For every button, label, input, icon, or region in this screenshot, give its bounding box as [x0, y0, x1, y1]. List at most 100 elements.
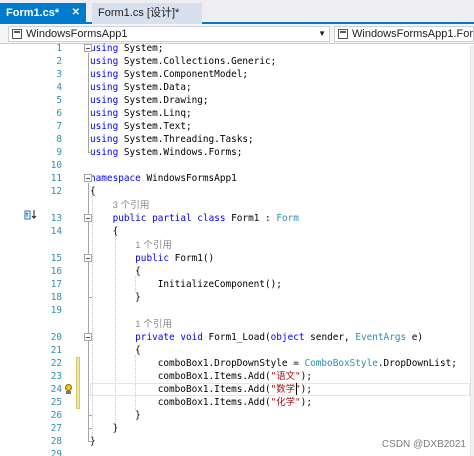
code-text[interactable]: public partial class Form1 : Form	[90, 212, 299, 225]
class-icon	[338, 29, 348, 39]
code-text[interactable]: using System.Collections.Generic;	[90, 55, 276, 68]
code-text[interactable]: using System.Data;	[90, 81, 192, 94]
line-number: 23	[50, 371, 62, 382]
code-line[interactable]: 10	[0, 159, 470, 172]
code-line[interactable]: 21 {	[0, 344, 470, 357]
code-text[interactable]: using System.Text;	[90, 120, 192, 133]
code-line[interactable]: 5 using System.Drawing;	[0, 94, 470, 107]
line-number: 3	[56, 69, 62, 80]
change-indicator	[76, 357, 80, 409]
code-text[interactable]: }	[90, 422, 119, 435]
line-number: 27	[50, 423, 62, 434]
code-text[interactable]: using System.ComponentModel;	[90, 68, 248, 81]
code-line[interactable]: 13 public partial class Form1 : Form	[0, 212, 470, 225]
line-number: 14	[50, 226, 62, 237]
chevron-down-icon[interactable]: ▼	[318, 27, 326, 41]
code-text[interactable]: comboBox1.DropDownStyle = ComboBoxStyle.…	[90, 357, 457, 370]
outline-line	[88, 53, 89, 152]
outline-line	[88, 263, 89, 297]
line-number: 29	[50, 449, 62, 456]
collapse-region-icon[interactable]	[84, 333, 92, 341]
pin-icon[interactable]: ✕	[72, 3, 80, 23]
line-number: 24	[50, 384, 62, 395]
code-line[interactable]: 22 comboBox1.DropDownStyle = ComboBoxSty…	[0, 357, 470, 370]
code-line[interactable]: 9 using System.Windows.Forms;	[0, 146, 470, 159]
code-text[interactable]: comboBox1.Items.Add("化学");	[90, 396, 312, 409]
code-text[interactable]: {	[90, 225, 119, 238]
line-number: 13	[50, 213, 62, 224]
code-text[interactable]: namespace WindowsFormsApp1	[90, 172, 237, 185]
code-line[interactable]: 7 using System.Text;	[0, 120, 470, 133]
type-dropdown[interactable]: WindowsFormsApp1.Form1	[334, 26, 474, 42]
project-dropdown-value: WindowsFormsApp1	[26, 28, 128, 40]
line-number: 8	[56, 134, 62, 145]
indent-guide	[92, 196, 93, 437]
code-text[interactable]: private void Form1_Load(object sender, E…	[90, 331, 423, 344]
code-line[interactable]: 15 public Form1()	[0, 252, 470, 265]
code-line[interactable]: 12{	[0, 185, 470, 198]
line-number: 12	[50, 186, 62, 197]
line-number: 25	[50, 397, 62, 408]
code-text[interactable]: using System.Linq;	[90, 107, 192, 120]
override-icon[interactable]	[24, 209, 38, 221]
current-line-highlight	[90, 383, 470, 396]
code-line[interactable]: 25 comboBox1.Items.Add("化学");	[0, 396, 470, 409]
code-line[interactable]: 20 private void Form1_Load(object sender…	[0, 331, 470, 344]
line-number: 22	[50, 358, 62, 369]
collapse-region-icon[interactable]	[84, 174, 92, 182]
code-line[interactable]: 27 }	[0, 422, 470, 435]
vertical-scrollbar[interactable]	[470, 45, 474, 456]
lightbulb-icon[interactable]	[64, 384, 73, 395]
code-text[interactable]: using System.Threading.Tasks;	[90, 133, 254, 146]
code-line[interactable]: 3 using System.ComponentModel;	[0, 68, 470, 81]
code-line[interactable]: 18 }	[0, 291, 470, 304]
tab-form1-designer[interactable]: Form1.cs [设计]*	[92, 3, 202, 24]
collapse-region-icon[interactable]	[84, 44, 92, 52]
line-number: 19	[50, 305, 62, 316]
line-number: 9	[56, 147, 62, 158]
project-icon	[12, 29, 22, 39]
code-line[interactable]: 16 {	[0, 265, 470, 278]
line-number: 16	[50, 266, 62, 277]
outline-line	[88, 342, 89, 415]
collapse-region-icon[interactable]	[84, 214, 92, 222]
line-number: 11	[50, 173, 62, 184]
collapse-region-icon[interactable]	[84, 254, 92, 262]
code-text[interactable]: using System;	[90, 42, 163, 55]
code-line[interactable]: 14 {	[0, 225, 470, 238]
code-text[interactable]: using System.Drawing;	[90, 94, 209, 107]
line-number: 28	[50, 436, 62, 447]
code-line[interactable]: 17 InitializeComponent();	[0, 278, 470, 291]
line-number: 10	[50, 160, 62, 171]
outline-end	[88, 152, 92, 153]
code-text[interactable]: InitializeComponent();	[90, 278, 282, 291]
code-text[interactable]: using System.Windows.Forms;	[90, 146, 242, 159]
line-number: 15	[50, 253, 62, 264]
code-line[interactable]: 1 using System;	[0, 42, 470, 55]
tab-label: Form1.cs [设计]*	[98, 7, 180, 19]
codelens-reference-count[interactable]: 3 个引用	[113, 197, 150, 211]
line-number: 1	[56, 43, 62, 54]
code-text[interactable]: comboBox1.Items.Add("语文");	[90, 370, 312, 383]
code-line[interactable]: 4 using System.Data;	[0, 81, 470, 94]
code-line[interactable]: 11 namespace WindowsFormsApp1	[0, 172, 470, 185]
project-dropdown[interactable]: WindowsFormsApp1 ▼	[8, 26, 330, 42]
code-line[interactable]: 26 }	[0, 409, 470, 422]
code-line[interactable]: 23 comboBox1.Items.Add("语文");	[0, 370, 470, 383]
tab-form1-cs[interactable]: Form1.cs* ✕	[0, 3, 86, 24]
code-line[interactable]: 19	[0, 304, 470, 317]
document-tab-strip: Form1.cs* ✕ Form1.cs [设计]*	[0, 0, 474, 24]
codelens-reference-count[interactable]: 1 个引用	[135, 316, 172, 330]
codelens-reference-count[interactable]: 1 个引用	[135, 237, 172, 251]
tab-label: Form1.cs*	[6, 7, 60, 19]
line-number: 2	[56, 56, 62, 67]
line-number: 18	[50, 292, 62, 303]
line-number: 5	[56, 95, 62, 106]
line-number: 7	[56, 121, 62, 132]
line-number: 17	[50, 279, 62, 290]
code-text[interactable]: public Form1()	[90, 252, 214, 265]
code-line[interactable]: 2 using System.Collections.Generic;	[0, 55, 470, 68]
line-number: 26	[50, 410, 62, 421]
code-line[interactable]: 8 using System.Threading.Tasks;	[0, 133, 470, 146]
code-line[interactable]: 6 using System.Linq;	[0, 107, 470, 120]
